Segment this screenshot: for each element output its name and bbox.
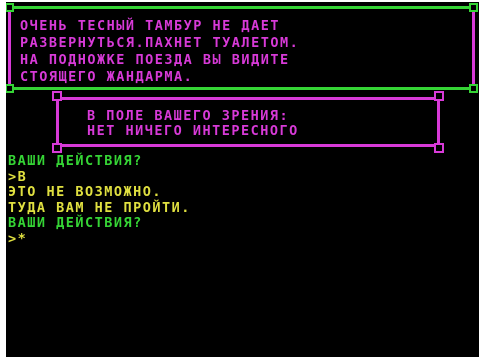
action-prompt: ВАШИ ДЕЙСТВИЯ?	[8, 153, 143, 169]
location-description: ОЧЕНЬ ТЕСНЫЙ ТАМБУР НЕ ДАЕТ РАЗВЕРНУТЬСЯ.…	[20, 18, 465, 86]
field-of-view-frame: В ПОЛЕ ВАШЕГО ЗРЕНИЯ: НЕТ НИЧЕГО ИНТЕРЕСН…	[52, 91, 444, 153]
location-description-frame: ОЧЕНЬ ТЕСНЫЙ ТАМБУР НЕ ДАЕТ РАЗВЕРНУТЬСЯ.…	[6, 3, 478, 93]
description-line: РАЗВЕРНУТЬСЯ.ПАХНЕТ ТУАЛЕТОМ.	[20, 35, 300, 51]
frame-corner-ornament	[469, 84, 478, 93]
player-input-line: >В	[8, 168, 28, 185]
console-log: ВАШИ ДЕЙСТВИЯ? >В ЭТО НЕ ВОЗМОЖНО. ТУДА …	[8, 153, 473, 248]
description-line: СТОЯЩЕГО ЖАНДАРМА.	[20, 69, 194, 85]
frame-corner-ornament	[469, 3, 478, 12]
game-screen: ОЧЕНЬ ТЕСНЫЙ ТАМБУР НЕ ДАЕТ РАЗВЕРНУТЬСЯ.…	[6, 2, 479, 357]
command-input-line[interactable]: >*	[8, 231, 473, 248]
frame-corner-ornament	[6, 84, 14, 93]
description-line: НА ПОДНОЖКЕ ПОЕЗДА ВЫ ВИДИТЕ	[20, 52, 290, 68]
action-prompt: ВАШИ ДЕЙСТВИЯ?	[8, 215, 143, 231]
game-response-line: ТУДА ВАМ НЕ ПРОЙТИ.	[8, 199, 191, 216]
frame-left-edge	[8, 9, 11, 87]
field-of-view-text: В ПОЛЕ ВАШЕГО ЗРЕНИЯ: НЕТ НИЧЕГО ИНТЕРЕСН…	[87, 109, 299, 139]
frame-right-edge	[472, 9, 475, 87]
view-frame-top-edge	[56, 97, 440, 100]
view-line: НЕТ НИЧЕГО ИНТЕРЕСНОГО	[87, 123, 299, 139]
view-frame-bottom-edge	[56, 144, 440, 147]
frame-corner-ornament	[6, 3, 14, 12]
game-response-line: ЭТО НЕ ВОЗМОЖНО.	[8, 184, 163, 200]
view-frame-corner-ornament	[434, 91, 444, 101]
description-line: ОЧЕНЬ ТЕСНЫЙ ТАМБУР НЕ ДАЕТ	[20, 18, 280, 34]
view-frame-corner-ornament	[52, 143, 62, 153]
view-line: В ПОЛЕ ВАШЕГО ЗРЕНИЯ:	[87, 108, 290, 124]
view-frame-corner-ornament	[52, 91, 62, 101]
view-frame-corner-ornament	[434, 143, 444, 153]
